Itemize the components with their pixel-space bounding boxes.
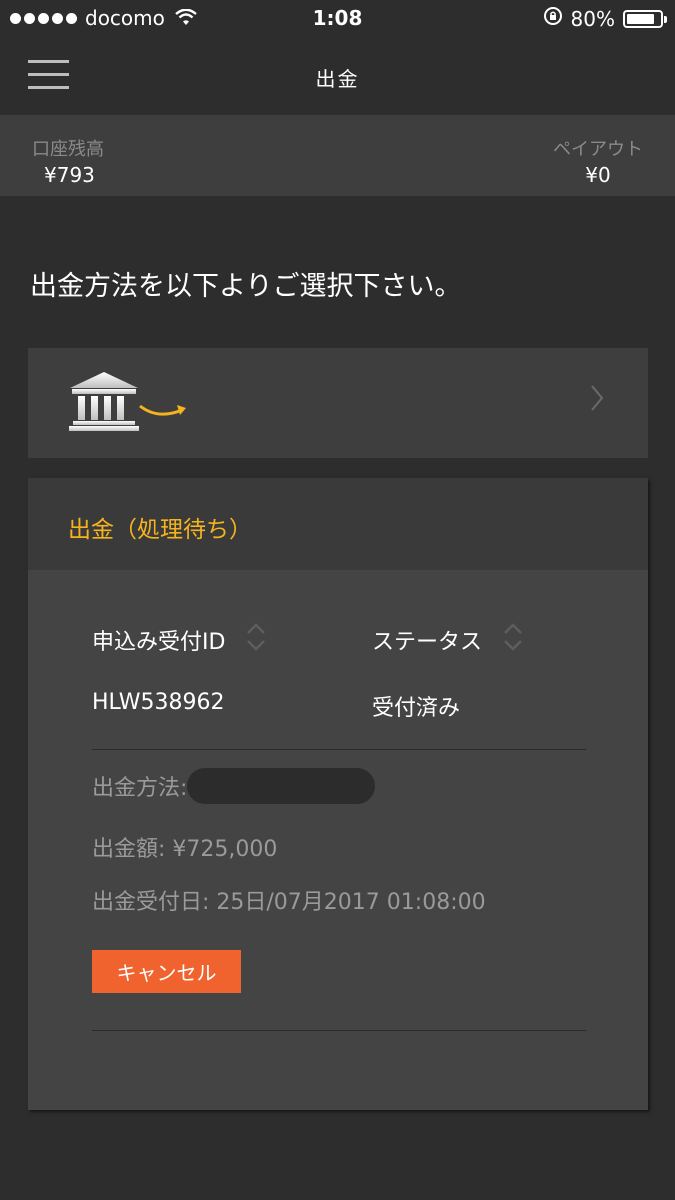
- cancel-button[interactable]: キャンセル: [92, 950, 241, 993]
- divider: [92, 749, 586, 750]
- page-title: 出金: [315, 67, 360, 91]
- battery-percent: 80%: [570, 6, 615, 31]
- sort-icon: [502, 621, 524, 659]
- payout: ペイアウト ¥0: [553, 135, 643, 187]
- account-balance-label: 口座残高: [32, 139, 104, 160]
- arrow-icon: [138, 400, 188, 426]
- sort-icon: [245, 621, 267, 659]
- balance-bar: 口座残高 ¥793 ペイアウト ¥0: [0, 115, 675, 196]
- instruction-text: 出金方法を以下よりご選択下さい。: [30, 271, 462, 302]
- request-status: 受付済み: [372, 696, 461, 721]
- battery-icon: [623, 9, 667, 28]
- column-header-id-label: 申込み受付ID: [92, 630, 226, 655]
- status-right: 80%: [543, 6, 667, 31]
- column-header-id[interactable]: 申込み受付ID: [92, 621, 267, 659]
- account-balance: 口座残高 ¥793: [32, 135, 104, 187]
- payout-value: ¥0: [585, 163, 611, 187]
- column-header-status-label: ステータス: [372, 630, 483, 655]
- redacted-value: [187, 768, 376, 804]
- amount-detail: 出金額: ¥725,000: [92, 837, 278, 862]
- bank-transfer-method[interactable]: [28, 348, 648, 458]
- nav-bar: 出金: [0, 38, 675, 114]
- method-detail: 出金方法:: [92, 768, 376, 804]
- pending-header: 出金（処理待ち）: [28, 478, 648, 570]
- divider: [92, 1030, 586, 1031]
- pending-title: 出金（処理待ち）: [68, 517, 252, 543]
- bank-icon: [68, 370, 140, 436]
- status-bar: docomo 1:08 80%: [0, 0, 675, 38]
- pending-withdrawal-panel: 出金（処理待ち） 申込み受付ID ステータス HLW538962 受付済み 出金…: [28, 478, 648, 1110]
- column-header-status[interactable]: ステータス: [372, 621, 524, 659]
- date-detail: 出金受付日: 25日/07月2017 01:08:00: [92, 890, 486, 915]
- chevron-right-icon: [590, 384, 604, 420]
- account-balance-value: ¥793: [44, 163, 95, 187]
- payout-label: ペイアウト: [553, 139, 643, 160]
- request-id: HLW538962: [92, 690, 225, 715]
- method-detail-label: 出金方法:: [92, 776, 188, 801]
- rotation-lock-icon: [543, 6, 563, 31]
